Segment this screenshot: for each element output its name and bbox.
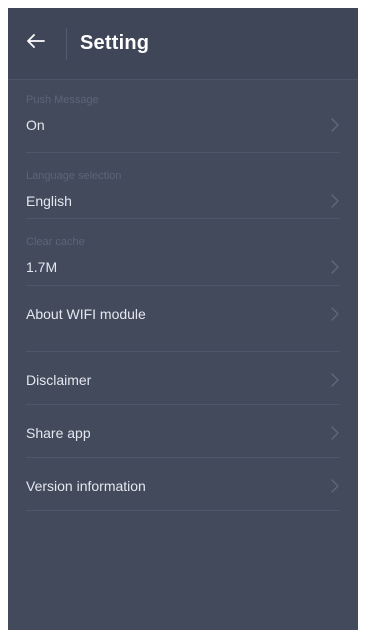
chevron-right-icon: [330, 118, 340, 132]
chevron-right-icon: [330, 373, 340, 387]
chevron-right-icon: [330, 260, 340, 274]
about-wifi-module-row[interactable]: About WIFI module: [26, 286, 340, 352]
chevron-right-icon: [330, 194, 340, 208]
chevron-right-icon: [330, 426, 340, 440]
language-selection-value: English: [26, 193, 72, 209]
version-information-row[interactable]: Version information: [26, 458, 340, 511]
push-message-value: On: [26, 117, 45, 133]
chevron-right-icon: [330, 479, 340, 493]
share-app-row[interactable]: Share app: [26, 405, 340, 458]
header-bar: Setting: [8, 8, 358, 80]
chevron-right-icon: [330, 307, 340, 321]
disclaimer-label: Disclaimer: [26, 372, 92, 388]
settings-screen: Setting Push Message On Language selecti…: [8, 8, 358, 630]
version-information-label: Version information: [26, 478, 146, 494]
about-wifi-module-label: About WIFI module: [26, 306, 146, 322]
clear-cache-row[interactable]: Clear cache 1.7M: [26, 219, 340, 286]
page-title: Setting: [80, 32, 150, 54]
header-divider: [66, 27, 67, 60]
clear-cache-value: 1.7M: [26, 259, 58, 275]
clear-cache-label: Clear cache: [26, 236, 85, 248]
back-button[interactable]: [12, 24, 60, 64]
arrow-left-icon: [27, 34, 45, 53]
settings-list: Push Message On Language selection Engli…: [8, 80, 358, 511]
push-message-row[interactable]: Push Message On: [26, 80, 340, 153]
share-app-label: Share app: [26, 425, 91, 441]
push-message-label: Push Message: [26, 94, 99, 106]
language-selection-row[interactable]: Language selection English: [26, 153, 340, 219]
disclaimer-row[interactable]: Disclaimer: [26, 352, 340, 405]
language-selection-label: Language selection: [26, 170, 122, 182]
